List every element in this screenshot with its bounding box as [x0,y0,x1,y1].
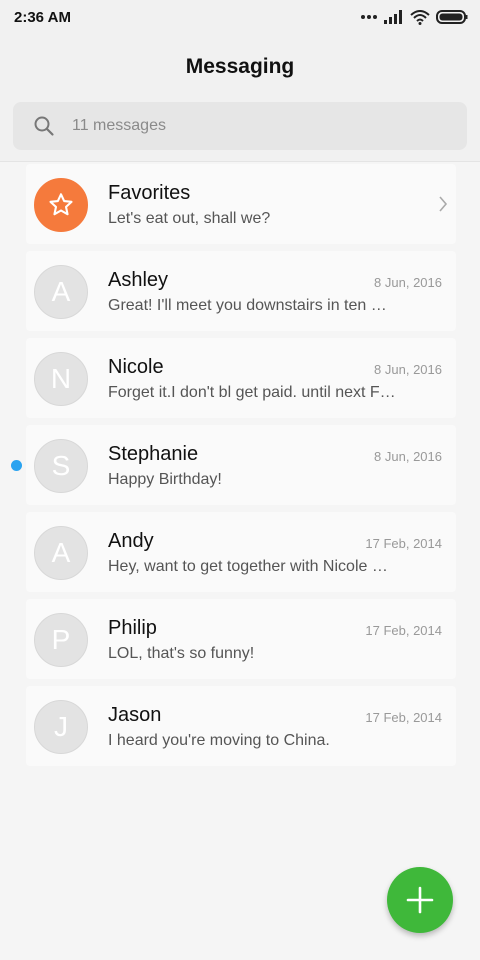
conversation-preview: Hey, want to get together with Nicole … [108,558,388,575]
conversation-name: Philip [108,617,157,639]
conversation-row[interactable]: N Nicole Forget it.I don't bl get paid. … [26,338,456,418]
star-icon [49,193,73,216]
conversation-date: 8 Jun, 2016 [374,275,442,290]
conversation-date: 17 Feb, 2014 [365,623,442,638]
status-icons [360,9,468,25]
unread-indicator [11,460,22,471]
conversation-name: Andy [108,530,154,552]
avatar: S [34,439,88,493]
conversation-name: Stephanie [108,443,199,465]
conversation-preview: Great! I'll meet you downstairs in ten … [108,297,387,314]
search-section [0,100,480,162]
avatar: J [34,700,88,754]
conversation-date: 8 Jun, 2016 [374,449,442,464]
status-time: 2:36 AM [14,8,71,26]
conversation-date: 8 Jun, 2016 [374,362,442,377]
conversation-preview: Forget it.I don't bl get paid. until nex… [108,384,396,401]
favorites-avatar [34,178,88,232]
avatar: A [34,265,88,319]
chevron-right-icon [439,196,448,212]
conversation-name: Ashley [108,269,169,291]
conversation-row[interactable]: J Jason I heard you're moving to China. … [26,686,456,766]
conversation-row[interactable]: S Stephanie Happy Birthday! 8 Jun, 2016 [26,425,456,505]
conversation-date: 17 Feb, 2014 [365,536,442,551]
conversation-preview: Let's eat out, shall we? [108,210,271,227]
conversation-name: Jason [108,704,162,726]
plus-icon [406,886,434,914]
conversation-row[interactable]: P Philip LOL, that's so funny! 17 Feb, 2… [26,599,456,679]
header: Messaging [0,34,480,100]
conversation-date: 17 Feb, 2014 [365,710,442,725]
search-input[interactable] [72,102,452,150]
conversation-preview: Happy Birthday! [108,471,222,488]
avatar: P [34,613,88,667]
conversation-name: Favorites [108,182,191,204]
status-bar: 2:36 AM [0,0,480,34]
more-dots-icon [361,15,377,19]
avatar: A [34,526,88,580]
search-bar[interactable] [13,102,467,150]
favorites-row[interactable]: Favorites Let's eat out, shall we? [26,164,456,244]
wifi-icon [410,9,430,25]
conversation-row[interactable]: A Andy Hey, want to get together with Ni… [26,512,456,592]
signal-icon [384,10,402,24]
conversation-row[interactable]: A Ashley Great! I'll meet you downstairs… [26,251,456,331]
avatar: N [34,352,88,406]
conversation-name: Nicole [108,356,164,378]
battery-icon [436,10,468,24]
search-icon [34,116,54,136]
new-message-button[interactable] [387,867,453,933]
conversation-preview: I heard you're moving to China. [108,732,330,749]
conversation-preview: LOL, that's so funny! [108,645,255,662]
page-title: Messaging [185,55,295,78]
